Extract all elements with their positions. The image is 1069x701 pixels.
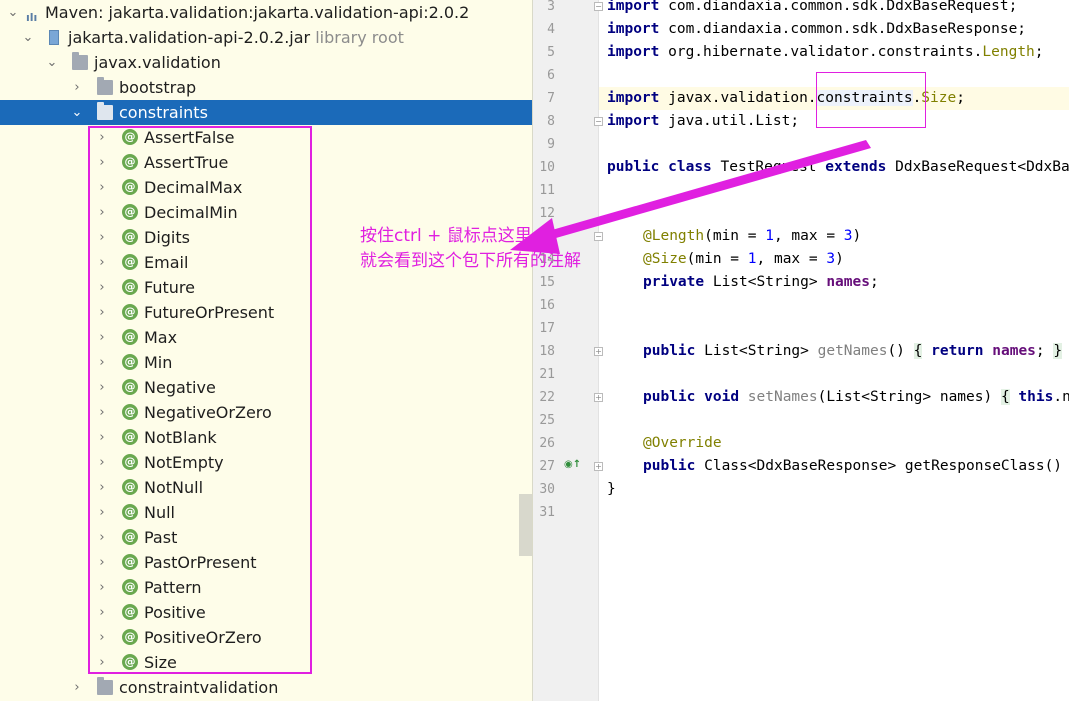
chevron-down-icon[interactable]: ⌄	[45, 50, 59, 75]
line-number: 6	[547, 68, 555, 83]
chevron-down-icon[interactable]: ⌄	[6, 0, 20, 25]
tree-item-label: constraintvalidation	[119, 678, 279, 697]
package-folder-icon	[72, 52, 88, 70]
line-number: 11	[539, 183, 555, 198]
tree-item-label: constraints	[119, 103, 208, 122]
code-line: import org.hibernate.validator.constrain…	[607, 44, 1044, 60]
code-editor[interactable]: 3 4 5 6 7 8 9 10 11 12 13 14 15 16 17 18 21 22 25 26 27 30 31 …	[533, 0, 1069, 701]
code-line: import com.diandaxia.common.sdk.DdxBaseR…	[607, 0, 1018, 14]
line-number: 27	[539, 459, 555, 474]
tree-item-label: jakarta.validation-api-2.0.2.jar library…	[68, 28, 404, 47]
line-number: 9	[547, 137, 555, 152]
line-number: 4	[547, 22, 555, 37]
chevron-right-icon[interactable]: ›	[70, 675, 84, 700]
fold-expand-icon[interactable]: +	[594, 393, 603, 402]
tree-item-constraintvalidation[interactable]: › constraintvalidation	[0, 675, 532, 700]
code-line: import com.diandaxia.common.sdk.DdxBaseR…	[607, 21, 1027, 37]
code-line: import java.util.List;	[607, 113, 800, 129]
library-root-label: library root	[315, 28, 404, 47]
fold-icon[interactable]: −	[594, 2, 603, 11]
line-number: 8	[547, 114, 555, 129]
line-number: 12	[539, 206, 555, 221]
line-number: 30	[539, 482, 555, 497]
line-number: 10	[539, 160, 555, 175]
annotation-note-line: 就会看到这个包下所有的注解	[360, 251, 581, 271]
constraints-highlight-box	[88, 126, 312, 674]
code-line: public Class<DdxBaseResponse> getRespons…	[643, 458, 1063, 474]
tree-item-javax-validation[interactable]: ⌄ javax.validation	[0, 50, 532, 75]
code-line: }	[607, 481, 616, 497]
line-number: 25	[539, 413, 555, 428]
line-number: 16	[539, 298, 555, 313]
chevron-right-icon[interactable]: ›	[70, 75, 84, 100]
import-highlight-box	[816, 72, 926, 128]
tree-scrollbar-thumb[interactable]	[519, 494, 532, 556]
tree-item-label: bootstrap	[119, 78, 197, 97]
line-number: 5	[547, 45, 555, 60]
maven-library-icon: ılı	[26, 11, 38, 24]
fold-expand-icon[interactable]: +	[594, 347, 603, 356]
package-folder-icon	[97, 102, 113, 120]
tree-item-label: javax.validation	[94, 53, 221, 72]
fold-expand-icon[interactable]: +	[594, 462, 603, 471]
chevron-down-icon[interactable]: ⌄	[21, 25, 35, 50]
package-folder-icon	[97, 77, 113, 95]
code-line: public class TestRequest extends DdxBase…	[607, 159, 1069, 175]
code-line: private List<String> names;	[643, 274, 879, 290]
code-line: @Length(min = 1, max = 3)	[643, 228, 862, 244]
line-number: 18	[539, 344, 555, 359]
annotation-note-line: 按住ctrl + 鼠标点这里	[360, 226, 532, 246]
tree-item-jar[interactable]: ⌄ jakarta.validation-api-2.0.2.jar libra…	[0, 25, 532, 50]
chevron-down-icon[interactable]: ⌄	[70, 100, 84, 125]
editor-gutter: 3 4 5 6 7 8 9 10 11 12 13 14 15 16 17 18 21 22 25 26 27 30 31 …	[533, 0, 603, 701]
jar-icon	[49, 30, 59, 45]
package-folder-icon	[97, 677, 113, 695]
line-number: 17	[539, 321, 555, 336]
code-line: @Override	[643, 435, 722, 451]
tree-item-bootstrap[interactable]: › bootstrap	[0, 75, 532, 100]
tree-item-maven-library[interactable]: ⌄ ılı Maven: jakarta.validation:jakarta.…	[0, 0, 532, 25]
fold-icon[interactable]: −	[594, 232, 603, 241]
line-number: 21	[539, 367, 555, 382]
code-line: public List<String> getNames() { return …	[643, 343, 1063, 359]
tree-item-constraints[interactable]: ⌄ constraints	[0, 100, 532, 125]
code-line: @Size(min = 1, max = 3)	[643, 251, 844, 267]
line-number: 26	[539, 436, 555, 451]
tree-item-label: Maven: jakarta.validation:jakarta.valida…	[45, 3, 470, 22]
override-marker-icon[interactable]: ◉↑	[564, 459, 581, 472]
line-number: 22	[539, 390, 555, 405]
code-line: public void setNames(List<String> names)…	[643, 389, 1069, 405]
annotation-note: 按住ctrl + 鼠标点这里 就会看到这个包下所有的注解	[360, 224, 581, 274]
line-number: 31	[539, 505, 555, 520]
fold-icon[interactable]: −	[594, 117, 603, 126]
line-number: 3	[547, 0, 555, 14]
line-number: 15	[539, 275, 555, 290]
line-number: 7	[547, 91, 555, 106]
